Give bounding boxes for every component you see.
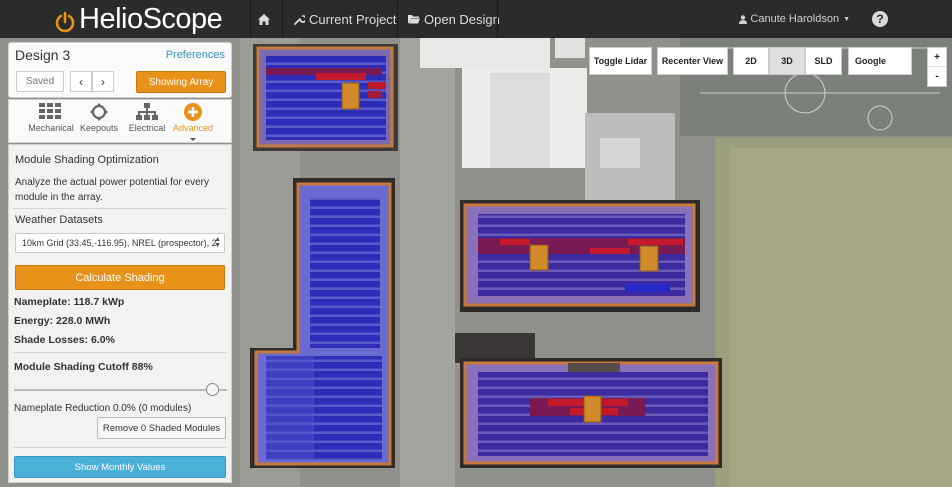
remove-shaded-modules-button[interactable]: Remove 0 Shaded Modules xyxy=(97,417,226,439)
shade-losses-value: Shade Losses: 6.0% xyxy=(14,334,115,346)
shading-optimization-panel: Module Shading Optimization Analyze the … xyxy=(8,144,232,483)
tab-advanced[interactable]: Advanced xyxy=(169,103,217,143)
design-header-panel: Design 3 Preferences Saved ‹ › Showing A… xyxy=(8,42,232,98)
rooftop-obstruction xyxy=(639,245,659,272)
preferences-link[interactable]: Preferences xyxy=(166,49,225,61)
zoom-in-button[interactable]: + xyxy=(928,48,946,67)
weather-datasets-label: Weather Datasets xyxy=(15,214,103,226)
tab-keepouts[interactable]: Keepouts xyxy=(75,103,123,143)
app-name: HelioScope xyxy=(79,2,223,35)
chevron-right-icon: › xyxy=(101,74,105,89)
building-roof xyxy=(420,38,550,68)
caret-down-icon xyxy=(190,138,196,141)
design-tabs: Mechanical Keepouts Electrical Advanced xyxy=(8,99,232,143)
show-monthly-values-button[interactable]: Show Monthly Values xyxy=(14,456,226,478)
user-name: Canute Haroldson xyxy=(750,13,840,25)
nameplate-value: Nameplate: 118.7 kWp xyxy=(14,296,125,308)
nav-open-design[interactable]: Open Design xyxy=(408,0,500,38)
recenter-view-button[interactable]: Recenter View xyxy=(657,47,728,75)
calculate-shading-button[interactable]: Calculate Shading xyxy=(15,265,225,290)
nav-open-design-label: Open Design xyxy=(424,11,500,27)
toggle-lidar-button[interactable]: Toggle Lidar xyxy=(589,47,652,75)
design-name: Design 3 xyxy=(15,47,71,63)
tab-advanced-label: Advanced xyxy=(172,123,214,133)
slider-handle[interactable] xyxy=(206,383,219,396)
wrench-icon xyxy=(294,14,305,25)
nav-current-project[interactable]: Current Project xyxy=(294,0,396,38)
energy-value: Energy: 228.0 MWh xyxy=(14,315,111,327)
tab-mechanical-label: Mechanical xyxy=(28,123,74,133)
crosshair-icon xyxy=(90,103,108,121)
tab-electrical[interactable]: Electrical xyxy=(123,103,171,143)
grid-icon xyxy=(39,103,61,119)
panel-description: Analyze the actual power potential for e… xyxy=(15,177,209,203)
tab-mechanical[interactable]: Mechanical xyxy=(27,103,75,143)
nav-divider xyxy=(397,0,398,38)
view-3d-button[interactable]: 3D xyxy=(769,47,805,75)
nameplate-reduction-text: Nameplate Reduction 0.0% (0 modules) xyxy=(14,403,192,414)
home-icon xyxy=(258,13,270,25)
sld-button[interactable]: SLD xyxy=(805,47,842,75)
panel-title: Module Shading Optimization xyxy=(15,154,159,166)
redo-button[interactable]: › xyxy=(92,71,114,92)
view-2d-button[interactable]: 2D xyxy=(733,47,769,75)
tab-electrical-label: Electrical xyxy=(128,123,166,133)
hierarchy-icon xyxy=(136,103,158,120)
rooftop-obstruction xyxy=(341,82,360,110)
chevron-down-icon: ▼ xyxy=(843,15,850,23)
plus-circle-icon xyxy=(184,103,202,121)
shading-cutoff-slider[interactable] xyxy=(14,389,227,391)
top-navbar: HelioScope Current Project Open Design C… xyxy=(0,0,952,38)
divider xyxy=(13,447,227,448)
select-arrows-icon: ▲ ▼ xyxy=(214,236,221,249)
nav-divider xyxy=(497,0,498,38)
basemap-select[interactable]: Google xyxy=(848,47,912,75)
undo-button[interactable]: ‹ xyxy=(70,71,92,92)
home-button[interactable] xyxy=(250,0,282,38)
weather-dataset-value: 10km Grid (33.45,-116.95), NREL (prospec… xyxy=(22,238,217,248)
app-logo[interactable]: HelioScope xyxy=(54,2,223,36)
showing-array-button[interactable]: Showing Array xyxy=(136,71,226,93)
user-icon xyxy=(739,14,748,24)
user-menu[interactable]: Canute Haroldson ▼ xyxy=(739,0,850,38)
tab-keepouts-label: Keepouts xyxy=(79,123,119,133)
folder-open-icon xyxy=(408,15,420,24)
rooftop-obstruction xyxy=(583,395,602,423)
chevron-left-icon: ‹ xyxy=(79,74,83,89)
shading-cutoff-label: Module Shading Cutoff 88% xyxy=(14,361,153,373)
rooftop-obstruction xyxy=(529,244,549,271)
power-icon xyxy=(54,8,76,33)
nav-current-project-label: Current Project xyxy=(309,11,397,27)
help-icon[interactable]: ? xyxy=(872,11,888,27)
weather-dataset-select[interactable]: 10km Grid (33.45,-116.95), NREL (prospec… xyxy=(15,233,225,253)
zoom-control: + - xyxy=(927,47,947,87)
divider xyxy=(13,208,227,209)
divider xyxy=(13,352,227,353)
zoom-out-button[interactable]: - xyxy=(928,67,946,86)
nav-divider xyxy=(282,0,283,38)
saved-button[interactable]: Saved xyxy=(16,71,64,92)
